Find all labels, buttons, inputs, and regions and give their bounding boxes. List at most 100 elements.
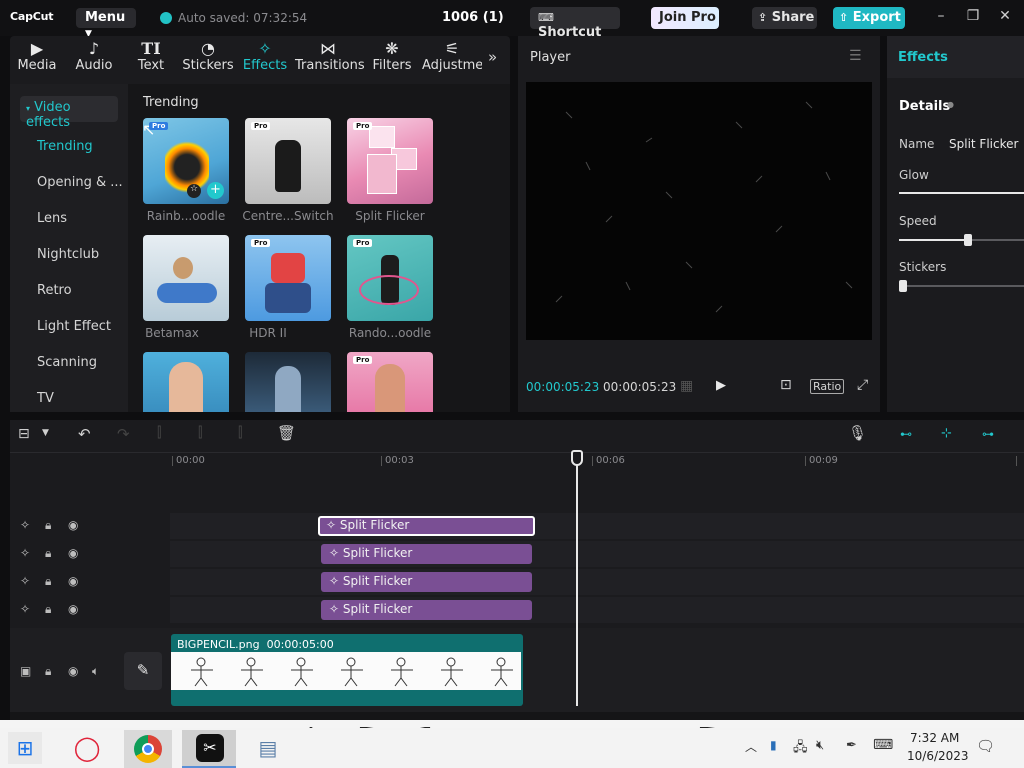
tab-transitions[interactable]: ⋈ Transitions: [295, 40, 365, 80]
microphone-icon[interactable]: 🎙: [848, 424, 867, 442]
file-explorer-icon[interactable]: ▤: [248, 732, 288, 764]
eye-icon[interactable]: ◉: [68, 518, 78, 532]
volume-muted-icon[interactable]: 🔇︎: [816, 738, 824, 753]
tab-audio[interactable]: ♪ Audio: [72, 40, 116, 80]
lock-icon[interactable]: 🔒︎: [45, 602, 51, 617]
minimize-icon[interactable]: –: [930, 8, 952, 28]
sidebar-item-scanning[interactable]: Scanning: [37, 355, 97, 370]
effect-thumb-portrait-3[interactable]: Pro: [347, 352, 433, 412]
player-preview[interactable]: [526, 82, 872, 340]
effect-thumb-split-flicker[interactable]: Pro: [347, 118, 433, 204]
edit-cover-icon[interactable]: ✎: [124, 652, 162, 690]
properties-title[interactable]: Effects: [898, 50, 948, 65]
start-menu-icon[interactable]: ⊞: [8, 732, 42, 764]
tray-chevron-up-icon[interactable]: ︿: [745, 738, 757, 755]
split-icon: ⫿: [157, 425, 162, 441]
taskbar-capcut[interactable]: ✂: [182, 730, 236, 768]
keyboard-icon[interactable]: ⌨: [873, 737, 893, 753]
pen-icon[interactable]: ✒: [846, 738, 857, 753]
playhead[interactable]: [576, 454, 578, 706]
delete-icon[interactable]: 🗑: [277, 424, 296, 442]
ruler-tick: [1016, 456, 1017, 466]
fullscreen-icon[interactable]: ⤢: [857, 377, 868, 393]
stickers-slider-handle[interactable]: [899, 280, 907, 292]
lock-icon[interactable]: 🔒︎: [45, 518, 51, 533]
effect-thumb-centre-switch[interactable]: Pro: [245, 118, 331, 204]
tab-stickers[interactable]: ◔ Stickers: [181, 40, 235, 80]
lock-icon[interactable]: 🔒︎: [45, 546, 51, 561]
eye-icon[interactable]: ◉: [68, 546, 78, 560]
project-name[interactable]: 1006 (1): [442, 10, 504, 25]
timeline-grid-icon[interactable]: ▦: [680, 378, 693, 394]
tab-adjustment[interactable]: ⚟ Adjustme: [422, 40, 482, 80]
sidebar-item-lens[interactable]: Lens: [37, 211, 67, 226]
more-tabs-icon[interactable]: »: [488, 48, 497, 66]
ratio-button[interactable]: Ratio: [810, 379, 845, 394]
notifications-icon[interactable]: 🗨: [976, 737, 995, 755]
lock-icon[interactable]: 🔒︎: [45, 664, 51, 679]
sidebar-item-tv[interactable]: TV: [37, 391, 54, 406]
zoom-fit-icon[interactable]: ⊡: [780, 377, 792, 393]
stickers-slider[interactable]: [899, 285, 1024, 287]
glow-slider[interactable]: [899, 192, 1024, 194]
lock-icon[interactable]: 🔒︎: [45, 574, 51, 589]
opera-icon[interactable]: ◯: [70, 732, 104, 764]
playhead-handle[interactable]: [571, 450, 583, 466]
hamburger-menu-icon[interactable]: ☰: [849, 48, 862, 64]
add-effect-icon[interactable]: +: [207, 182, 224, 199]
video-track-icon: ▣: [20, 664, 32, 678]
tab-text[interactable]: TI Text: [134, 40, 168, 80]
speed-slider-handle[interactable]: [964, 234, 972, 246]
effect-clip[interactable]: ✧ Split Flicker: [321, 600, 532, 620]
tab-media[interactable]: ▶ Media: [14, 40, 60, 80]
tray-date[interactable]: 10/6/2023: [907, 749, 969, 763]
sidebar-item-retro[interactable]: Retro: [37, 283, 72, 298]
effect-thumb-betamax[interactable]: [143, 235, 229, 321]
eye-icon[interactable]: ◉: [68, 664, 78, 678]
effect-thumb-portrait-1[interactable]: [143, 352, 229, 412]
sidebar-item-opening[interactable]: Opening & ...: [37, 175, 123, 190]
chevron-down-icon[interactable]: ▼: [42, 428, 49, 438]
auto-snap-icon[interactable]: ⊹: [941, 426, 952, 441]
eye-icon[interactable]: ◉: [68, 574, 78, 588]
effect-clip-selected[interactable]: ✧ Split Flicker: [318, 516, 535, 536]
sidebar-item-trending[interactable]: Trending: [37, 139, 93, 154]
effect-thumb-rainbow-doodle[interactable]: Pro ☆ +: [143, 118, 229, 204]
speaker-icon[interactable]: 🔈︎: [92, 664, 99, 679]
close-icon[interactable]: ✕: [994, 8, 1016, 28]
tab-filters[interactable]: ❋ Filters: [370, 40, 414, 80]
speed-slider[interactable]: [899, 239, 1024, 241]
effect-clip[interactable]: ✧ Split Flicker: [321, 544, 532, 564]
tray-app-icon[interactable]: ▮: [770, 738, 777, 752]
effect-thumb-portrait-2[interactable]: [245, 352, 331, 412]
shortcut-button[interactable]: ⌨ Shortcut: [530, 7, 620, 40]
total-duration: 00:00:05:23: [603, 380, 677, 394]
timeline-scrollbar[interactable]: [10, 712, 1024, 720]
sidebar-header-video-effects[interactable]: ▾ Video effects: [20, 96, 118, 130]
undo-icon[interactable]: ↶: [78, 425, 91, 443]
taskbar-chrome[interactable]: [124, 730, 172, 768]
favorite-star-icon[interactable]: ☆: [187, 184, 201, 198]
text-icon: TI: [141, 39, 161, 58]
menu-button[interactable]: Menu ▼: [76, 8, 136, 39]
effect-clip[interactable]: ✧ Split Flicker: [321, 572, 532, 592]
join-pro-button[interactable]: Join Pro: [651, 7, 719, 29]
effect-thumb-random-doodle[interactable]: Pro: [347, 235, 433, 321]
effect-track: [170, 569, 1024, 595]
restore-icon[interactable]: ❐: [962, 8, 984, 28]
desktop-background: [0, 720, 1024, 737]
magnet-link-icon[interactable]: ⊷: [900, 427, 912, 441]
tray-time[interactable]: 7:32 AM: [910, 731, 959, 745]
layout-icon[interactable]: ⊟: [18, 426, 30, 442]
export-button[interactable]: ⇧ Export: [833, 7, 905, 29]
eye-icon[interactable]: ◉: [68, 602, 78, 616]
sidebar-item-light-effect[interactable]: Light Effect: [37, 319, 111, 334]
effect-thumb-hdr-ii[interactable]: Pro: [245, 235, 331, 321]
play-icon[interactable]: ▶: [716, 378, 726, 393]
link-clips-icon[interactable]: ⊶: [982, 427, 994, 441]
sidebar-item-nightclub[interactable]: Nightclub: [37, 247, 99, 262]
tab-effects[interactable]: ✧ Effects: [242, 40, 288, 80]
network-icon[interactable]: 🖧: [793, 738, 808, 760]
share-button[interactable]: ⇪ Share: [752, 7, 817, 29]
autosave-status: Auto saved: 07:32:54: [160, 11, 307, 25]
